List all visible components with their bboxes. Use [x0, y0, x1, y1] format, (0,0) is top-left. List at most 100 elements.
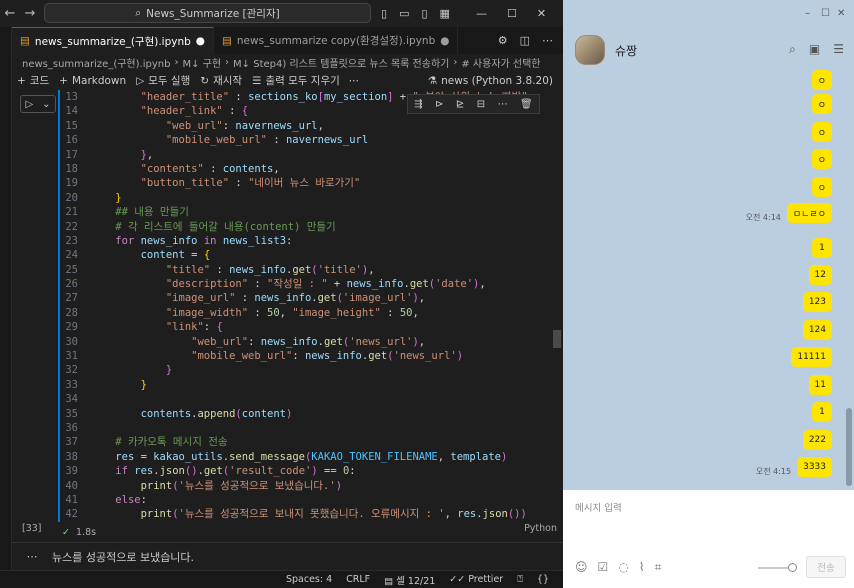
attach-icon[interactable]: ⌇ [639, 560, 645, 575]
menu-icon[interactable]: ☰ [833, 42, 844, 57]
more-actions-icon[interactable]: ⋯ [498, 99, 508, 110]
eol-status[interactable]: CRLF [346, 574, 370, 585]
message-input-area[interactable]: 메시지 입력 ☺ ☑ ◌ ⌇ ⌗ 전송 [563, 490, 854, 588]
minimize-icon[interactable]: – [805, 8, 810, 19]
message: ㅇ [811, 70, 832, 90]
execute-above-icon[interactable]: ⊳ [435, 99, 443, 110]
settings-gear-icon[interactable]: ⚙ [498, 34, 508, 47]
more-icon[interactable]: ⋯ [345, 75, 364, 87]
code-editor[interactable]: 13 "header_title" : sections_ko[my_secti… [58, 90, 553, 522]
message-bubble[interactable]: ㅁㄴㄹㅇ [786, 203, 832, 223]
check-icon: ✓ [62, 527, 70, 538]
breadcrumb-item[interactable]: # 사용자가 선택한 [461, 55, 540, 70]
message-bubble[interactable]: 123 [802, 292, 832, 312]
vscode-window: ← → ⌕ News_Summarize [관리자] ▯ ▭ ▯ ▦ — ☐ ✕… [0, 0, 563, 588]
message: 124 [802, 320, 832, 340]
message: ㅇ [811, 122, 832, 142]
tab-news-summarize[interactable]: ▤ news_summarize_(구현).ipynb ● [12, 27, 214, 54]
forward-arrow-icon[interactable]: → [20, 6, 40, 21]
copilot-icon[interactable]: ⍰ [517, 574, 523, 585]
double-check-icon: ✓✓ [449, 574, 469, 585]
message-time: 오전 4:15 [755, 467, 792, 476]
message-bubble[interactable]: 222 [802, 430, 832, 450]
add-code-cell-button[interactable]: + 코드 [12, 73, 54, 88]
indentation-status[interactable]: Spaces: 4 [286, 574, 332, 585]
output-actions-icon[interactable]: ⋯ [12, 550, 52, 563]
message: 222 [802, 430, 832, 450]
cell-language[interactable]: Python [524, 523, 557, 534]
toggle-panel-icon[interactable]: ▭ [399, 7, 409, 20]
editor-scrollbar[interactable] [553, 330, 561, 348]
more-actions-icon[interactable]: ⋯ [542, 34, 553, 47]
message: 123 [802, 292, 832, 312]
run-cell-button[interactable]: ▷ ⌄ [20, 95, 56, 113]
message-bubble[interactable]: 124 [802, 320, 832, 340]
maximize-icon[interactable]: ☐ [821, 8, 830, 19]
search-icon[interactable]: ⌕ [789, 42, 796, 57]
message-bubble[interactable]: ㅇ [811, 94, 832, 114]
message-bubble[interactable]: 3333 [797, 457, 832, 477]
maximize-icon[interactable]: ☐ [507, 7, 517, 20]
title-bar: ← → ⌕ News_Summarize [관리자] ▯ ▭ ▯ ▦ — ☐ ✕ [0, 0, 563, 27]
back-arrow-icon[interactable]: ← [0, 6, 20, 21]
calendar-icon[interactable]: ☑ [598, 560, 609, 575]
message: ㅇ [811, 177, 832, 197]
message-bubble[interactable]: 1 [812, 402, 832, 422]
kakao-chat-header: 슈짱 ⌕ ▣ ☰ [563, 30, 854, 70]
breadcrumb-item[interactable]: M↓ Step4) 리스트 템플릿으로 뉴스 목록 전송하기 [233, 55, 449, 70]
message-bubble[interactable]: 11111 [791, 347, 832, 367]
clear-outputs-button[interactable]: ☰ 출력 모두 지우기 [247, 73, 345, 88]
braces-icon[interactable]: {} [537, 574, 549, 585]
execute-below-icon[interactable]: ⊵ [456, 99, 464, 110]
slider-handle[interactable] [788, 563, 797, 572]
drawer-icon[interactable]: ▣ [809, 42, 820, 57]
breadcrumb-item[interactable]: news_summarize_(구현).ipynb [22, 55, 170, 70]
send-button[interactable]: 전송 [806, 556, 846, 578]
layout-icon[interactable]: ▦ [440, 7, 450, 20]
cell-output: ⋯ 뉴스를 성공적으로 보냈습니다. [12, 542, 563, 570]
emoticon-icon[interactable]: ☺ [575, 560, 588, 575]
kakao-titlebar: – ☐ ✕ [563, 0, 854, 30]
split-editor-icon[interactable]: ◫ [520, 34, 530, 47]
toggle-sidebar-icon[interactable]: ▯ [381, 7, 387, 20]
toggle-secondary-sidebar-icon[interactable]: ▯ [421, 7, 427, 20]
message-bubble[interactable]: 12 [808, 265, 832, 285]
prettier-status[interactable]: ✓✓ Prettier [449, 574, 503, 585]
add-markdown-cell-button[interactable]: + Markdown [54, 75, 131, 87]
tab-news-summarize-copy[interactable]: ▤ news_summarize copy(환경설정).ipynb ● [214, 27, 459, 54]
message-bubble[interactable]: 1 [812, 238, 832, 258]
crop-icon[interactable]: ⌗ [655, 560, 662, 575]
restart-icon: ↻ [200, 74, 210, 87]
message-bubble[interactable]: 11 [808, 375, 832, 395]
code-cell[interactable]: ▷ ⌄ 13 "header_title" : sections_ko[my_se… [12, 90, 563, 542]
command-center-search[interactable]: ⌕ News_Summarize [관리자] [44, 3, 371, 23]
breadcrumb-item[interactable]: M↓ 구현 [182, 55, 221, 70]
close-icon[interactable]: ✕ [837, 8, 845, 19]
split-cell-icon[interactable]: ⊟ [477, 99, 485, 110]
cell-position-status[interactable]: ▤ 셀 12/21 [384, 573, 435, 587]
speech-bubble-icon[interactable]: ◌ [618, 560, 628, 575]
minimize-icon[interactable]: — [476, 7, 487, 20]
message-bubble[interactable]: ㅇ [811, 177, 832, 197]
chat-scrollbar[interactable] [846, 408, 852, 486]
unsaved-dot-icon[interactable]: ● [196, 35, 205, 47]
message-bubble[interactable]: ㅇ [811, 122, 832, 142]
message: ㅇ [811, 149, 832, 169]
run-by-line-icon[interactable]: ⇶ [414, 99, 422, 110]
message: 12 [808, 265, 832, 285]
notebook-icon: ▤ [20, 35, 30, 47]
run-icon: ▷ [25, 98, 34, 110]
avatar[interactable] [575, 35, 605, 65]
delete-cell-icon[interactable]: 🗑 [520, 99, 533, 110]
message-bubble[interactable]: ㅇ [811, 70, 832, 90]
close-icon[interactable]: ✕ [537, 7, 546, 20]
message-bubble[interactable]: ㅇ [811, 149, 832, 169]
unsaved-dot-icon[interactable]: ● [440, 35, 449, 47]
restart-button[interactable]: ↻ 재시작 [195, 73, 247, 88]
run-all-button[interactable]: ▷ 모두 실행 [131, 73, 195, 88]
kernel-picker[interactable]: ⚗ news (Python 3.8.20) [423, 75, 563, 87]
clear-all-icon: ☰ [252, 74, 262, 87]
plus-icon: + [17, 74, 26, 87]
opacity-slider[interactable] [758, 563, 797, 572]
chevron-down-icon: ⌄ [42, 98, 51, 110]
